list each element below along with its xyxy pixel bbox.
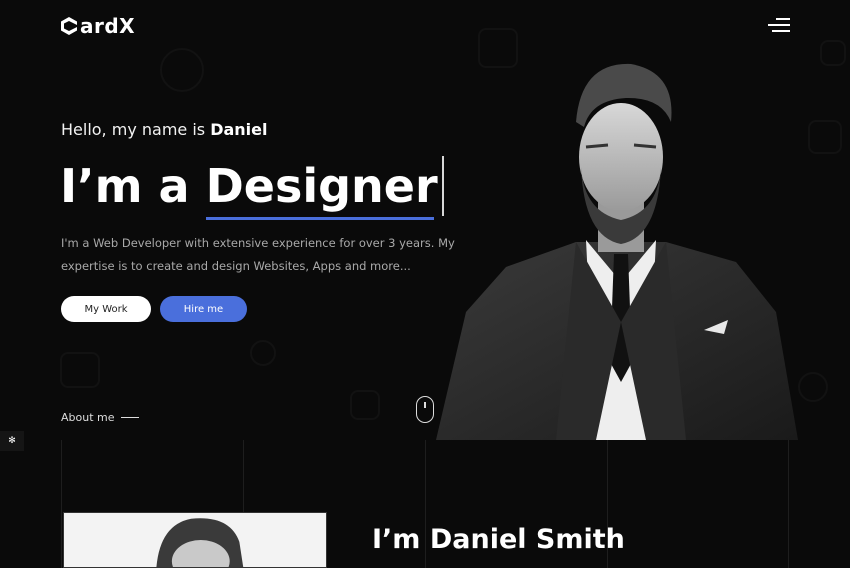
portrait-image <box>436 63 798 440</box>
about-section-label: About me <box>61 411 139 424</box>
about-label-text: About me <box>61 411 115 424</box>
hero-headline: I’m a Designer <box>60 156 444 220</box>
greeting-prefix: Hello, my name is <box>61 120 211 139</box>
label-dash <box>120 416 139 419</box>
headline-role: Designer <box>205 156 438 220</box>
about-section: I’m Daniel Smith <box>0 440 850 568</box>
about-heading: I’m Daniel Smith <box>372 524 625 555</box>
hire-me-button[interactable]: Hire me <box>160 296 247 322</box>
greeting-name: Daniel <box>210 120 268 139</box>
about-photo <box>63 512 327 568</box>
hero-intro: I'm a Web Developer with extensive exper… <box>61 236 455 273</box>
site-header: ardX <box>0 0 850 52</box>
headline-prefix: I’m a <box>60 159 206 213</box>
hero-section: Hello, my name is Daniel I’m a Designer … <box>0 52 850 440</box>
mouse-scroll-icon[interactable] <box>416 396 434 423</box>
logo[interactable]: ardX <box>60 14 135 38</box>
logo-text: ardX <box>80 14 136 38</box>
menu-button[interactable] <box>768 18 790 34</box>
cube-logo-icon <box>61 17 77 35</box>
greeting: Hello, my name is Daniel <box>61 120 268 139</box>
my-work-button[interactable]: My Work <box>61 296 151 322</box>
